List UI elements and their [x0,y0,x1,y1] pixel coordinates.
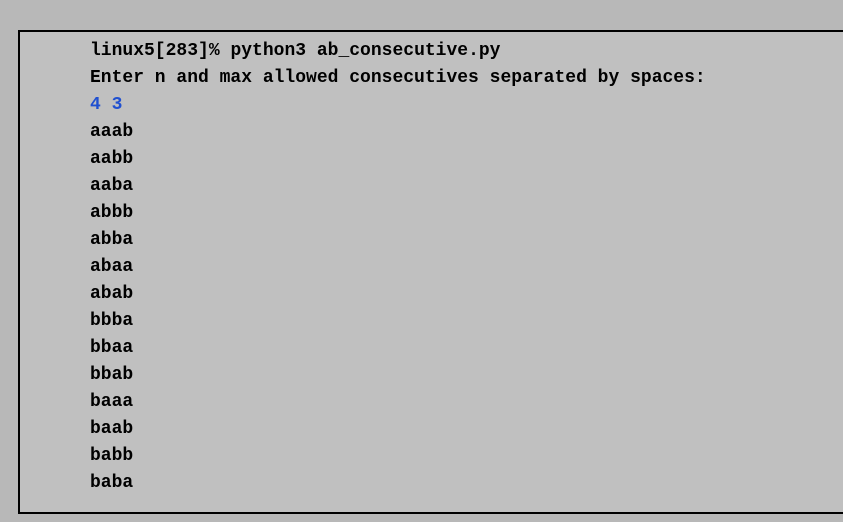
command-text: python3 ab_consecutive.py [230,41,500,61]
output-line: bbaa [90,335,843,362]
output-line: abaa [90,254,843,281]
terminal-window[interactable]: linux5[283]% python3 ab_consecutive.py E… [18,30,843,514]
command-line: linux5[283]% python3 ab_consecutive.py [90,38,843,65]
shell-prompt: linux5[283]% [90,41,230,61]
output-line: bbab [90,362,843,389]
user-input: 4 3 [90,92,843,119]
output-line: aaab [90,119,843,146]
terminal-content: linux5[283]% python3 ab_consecutive.py E… [20,38,843,497]
output-line: baaa [90,389,843,416]
output-container: aaabaabbaabaabbbabbaabaaababbbbabbaabbab… [90,119,843,497]
output-line: aabb [90,146,843,173]
output-line: baab [90,416,843,443]
output-line: aaba [90,173,843,200]
output-line: baba [90,470,843,497]
output-line: bbba [90,308,843,335]
output-line: babb [90,443,843,470]
output-line: abab [90,281,843,308]
program-prompt: Enter n and max allowed consecutives sep… [90,65,843,92]
output-line: abba [90,227,843,254]
output-line: abbb [90,200,843,227]
